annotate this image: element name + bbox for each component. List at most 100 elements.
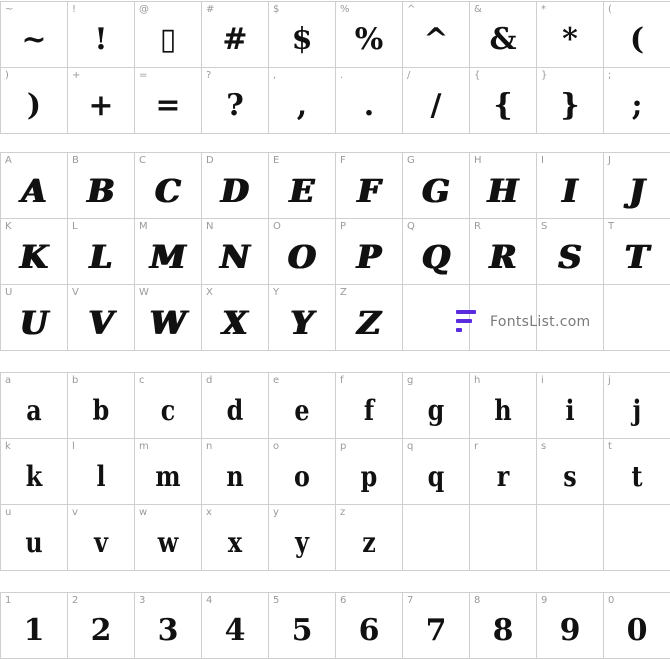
glyph-sample: ^ <box>423 21 449 57</box>
glyph-sample: R <box>489 237 517 276</box>
glyph-sample: Y <box>290 303 314 342</box>
glyph-cell: / / <box>403 68 470 134</box>
glyph-sample: . <box>363 87 375 123</box>
fontslist-logo-icon <box>456 310 478 334</box>
glyph-sample: 8 <box>492 612 514 648</box>
glyph-sample: b <box>92 393 110 427</box>
glyph-cell: MM <box>135 219 202 285</box>
empty-cell <box>604 285 670 351</box>
glyph-sample: L <box>89 237 113 276</box>
glyph-cell: @ ▯ <box>135 2 202 68</box>
glyph-sample: ! <box>94 21 108 57</box>
glyph-cell: NN <box>202 219 269 285</box>
glyph-cell: 33 <box>135 593 202 659</box>
glyph-sample: J <box>629 171 645 210</box>
glyph-cell: & & <box>470 2 537 68</box>
glyph-sample: B <box>87 171 115 210</box>
glyph-cell: * * <box>537 2 604 68</box>
glyph-cell: dd <box>202 373 269 439</box>
glyph-sample: + <box>88 87 114 123</box>
glyph-cell: yy <box>269 505 336 571</box>
glyph-cell: AA <box>1 153 68 219</box>
glyph-sample: c <box>160 393 176 427</box>
glyph-sample: H <box>487 171 519 210</box>
glyph-cell: ?? <box>202 68 269 134</box>
glyph-cell: ^ ^ <box>403 2 470 68</box>
glyph-cell: $ $ <box>269 2 336 68</box>
glyph-cell: mm <box>135 439 202 505</box>
glyph-cell: ff <box>336 373 403 439</box>
watermark-text: FontsList.com <box>490 314 591 330</box>
glyph-sample: = <box>155 87 181 123</box>
glyph-sample: W <box>150 303 186 342</box>
glyph-sample: z <box>362 525 376 559</box>
glyph-sample: I <box>562 171 578 210</box>
glyph-sample: e <box>294 393 310 427</box>
glyph-cell: 55 <box>269 593 336 659</box>
glyph-sample: $ <box>291 21 313 57</box>
glyph-cell: PP <box>336 219 403 285</box>
glyph-cell: nn <box>202 439 269 505</box>
glyph-sample: Z <box>357 303 381 342</box>
glyph-sample: 7 <box>425 612 447 648</box>
glyph-cell: jj <box>604 373 670 439</box>
glyph-cell: }} <box>537 68 604 134</box>
glyph-sample: V <box>88 303 114 342</box>
glyph-cell: 00 <box>604 593 670 659</box>
glyph-sample: l <box>96 459 106 493</box>
glyph-cell: = = <box>135 68 202 134</box>
glyph-cell: bb <box>68 373 135 439</box>
glyph-sample: n <box>226 459 244 493</box>
glyph-cell: TT <box>604 219 670 285</box>
glyph-cell: aa <box>1 373 68 439</box>
glyph-cell: LL <box>68 219 135 285</box>
glyph-sample: ; <box>631 87 643 123</box>
glyph-sample: j <box>632 393 642 427</box>
glyph-sample: w <box>157 525 179 559</box>
glyph-cell: # # <box>202 2 269 68</box>
glyph-sample: 1 <box>23 612 45 648</box>
glyph-sample: F <box>357 171 381 210</box>
glyph-cell: qq <box>403 439 470 505</box>
glyph-sample: E <box>289 171 315 210</box>
glyph-cell: !! <box>68 2 135 68</box>
glyph-cell: OO <box>269 219 336 285</box>
glyph-sample: 2 <box>90 612 112 648</box>
glyph-cell: ;; <box>604 68 670 134</box>
glyph-sample: % <box>354 21 384 57</box>
glyph-sample: 4 <box>224 612 246 648</box>
empty-cell <box>537 505 604 571</box>
glyph-sample: 3 <box>157 612 179 648</box>
glyph-cell: 44 <box>202 593 269 659</box>
glyph-cell: JJ <box>604 153 670 219</box>
glyph-sample: d <box>226 393 244 427</box>
glyph-cell: tt <box>604 439 670 505</box>
glyph-cell: + + <box>68 68 135 134</box>
glyph-cell: zz <box>336 505 403 571</box>
glyph-cell: gg <box>403 373 470 439</box>
glyph-cell: oo <box>269 439 336 505</box>
glyph-sample: 0 <box>626 612 648 648</box>
glyph-cell: ii <box>537 373 604 439</box>
glyph-cell: VV <box>68 285 135 351</box>
glyph-cell: WW <box>135 285 202 351</box>
glyph-sample: i <box>565 393 575 427</box>
glyph-cell: YY <box>269 285 336 351</box>
glyph-cell: .. <box>336 68 403 134</box>
glyph-sample: ( <box>629 21 645 57</box>
glyph-cell: kk <box>1 439 68 505</box>
glyph-sample: ? <box>226 87 244 123</box>
glyph-sample: t <box>631 459 643 493</box>
glyph-sample: G <box>422 171 450 210</box>
glyph-sample: K <box>20 237 48 276</box>
glyph-sample: m <box>155 459 181 493</box>
glyph-cell: RR <box>470 219 537 285</box>
empty-cell <box>470 505 537 571</box>
glyph-sample: T <box>625 237 649 276</box>
glyph-cell: )) <box>1 68 68 134</box>
glyph-sample: 6 <box>358 612 380 648</box>
glyph-sample: f <box>363 393 375 427</box>
glyph-sample: , <box>296 87 308 123</box>
glyph-sample: U <box>20 303 48 342</box>
glyph-cell: (( <box>604 2 670 68</box>
